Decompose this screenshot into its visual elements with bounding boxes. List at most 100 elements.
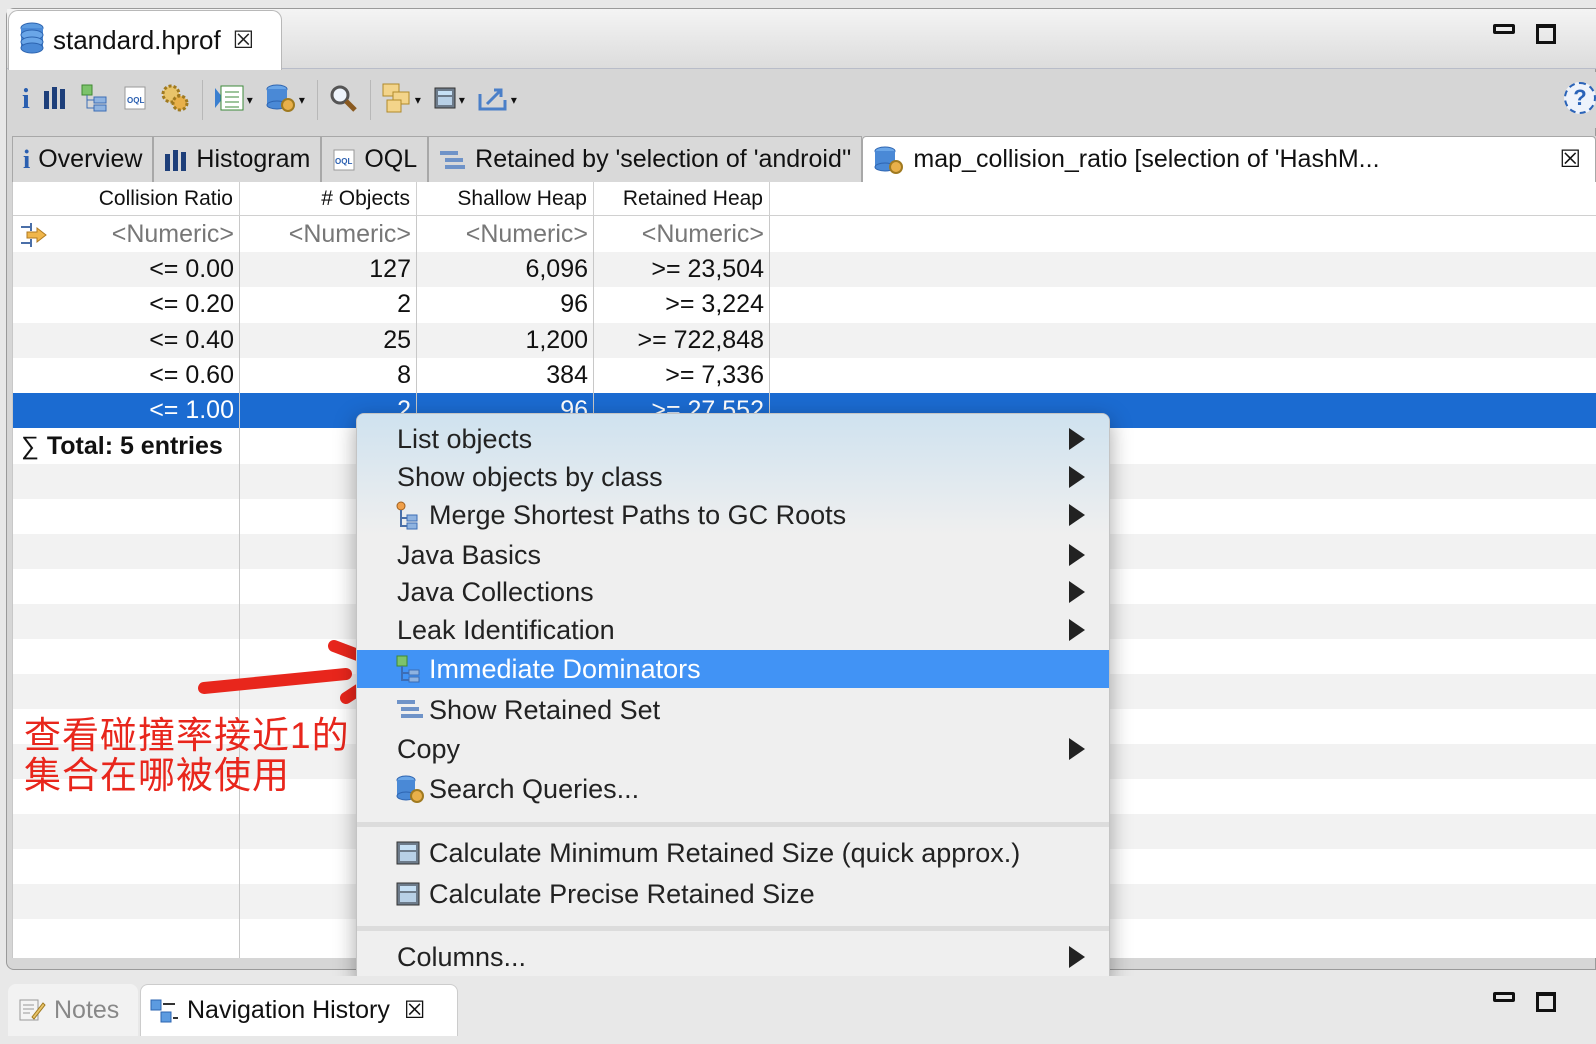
menu-item-calculate-minimum-retained-size-quick-approx[interactable]: Calculate Minimum Retained Size (quick a… — [357, 834, 1109, 872]
overview-button[interactable]: i — [22, 80, 30, 120]
histogram-button[interactable] — [42, 80, 68, 120]
menu-item-label: Merge Shortest Paths to GC Roots — [429, 499, 847, 530]
menu-item-label: List objects — [397, 423, 533, 454]
navigation-history-icon — [149, 998, 179, 1024]
menu-item-show-objects-by-class[interactable]: Show objects by class — [357, 458, 1109, 496]
filter-row[interactable]: <Numeric> <Numeric> <Numeric> <Numeric> — [13, 217, 1596, 252]
submenu-arrow-icon — [1069, 946, 1085, 968]
export-button[interactable]: ▾ — [477, 80, 517, 120]
filter-cell[interactable]: <Numeric> — [240, 217, 417, 252]
submenu-arrow-icon — [1069, 428, 1085, 450]
tab-navigation-history[interactable]: Navigation History ☒ — [140, 984, 458, 1036]
table-cell: <= 0.20 — [149, 290, 234, 319]
submenu-arrow-icon — [1069, 619, 1085, 641]
threads-button[interactable] — [160, 80, 190, 120]
query-browser-icon — [873, 145, 905, 175]
menu-item-leak-identification[interactable]: Leak Identification — [357, 611, 1109, 649]
tab-label: Histogram — [196, 145, 311, 173]
column-divider — [239, 216, 240, 958]
tab-map-collision-ratio[interactable]: map_collision_ratio [selection of 'HashM… — [862, 136, 1596, 182]
toolbar-separator — [316, 80, 318, 120]
menu-item-show-retained-set[interactable]: Show Retained Set — [357, 691, 1109, 729]
minimize-icon[interactable] — [1493, 992, 1515, 1002]
table-row[interactable]: <= 0.00 127 6,096 >= 23,504 — [13, 252, 1596, 287]
bottom-panel: Notes Navigation History ☒ — [0, 976, 1596, 1044]
chevron-down-icon: ▾ — [414, 93, 421, 107]
tab-oql[interactable]: OQL OQL — [321, 136, 429, 182]
tab-overview[interactable]: i Overview — [12, 136, 154, 182]
dominator-tree-button[interactable] — [80, 80, 110, 120]
svg-text:OQL: OQL — [127, 96, 144, 105]
help-icon[interactable]: ? — [1564, 82, 1596, 114]
calculator-icon — [433, 86, 457, 115]
editor-tab-label: standard.hprof — [53, 25, 221, 55]
retained-set-icon — [397, 700, 423, 718]
find-object-button[interactable] — [328, 80, 358, 120]
menu-item-immediate-dominators[interactable]: Immediate Dominators — [357, 650, 1109, 688]
dominator-tree-icon — [80, 83, 110, 118]
menu-item-merge-shortest-paths-to-gc-roots[interactable]: Merge Shortest Paths to GC Roots — [357, 496, 1109, 534]
search-icon — [328, 83, 358, 118]
menu-item-list-objects[interactable]: List objects — [357, 420, 1109, 458]
chevron-down-icon: ▾ — [246, 93, 253, 107]
maximize-icon[interactable] — [1536, 24, 1556, 44]
editor-tab-standard-hprof[interactable]: standard.hprof ☒ — [8, 10, 282, 70]
submenu-arrow-icon — [1069, 738, 1085, 760]
table-cell: 1,200 — [525, 325, 588, 354]
table-cell: >= 722,848 — [637, 325, 764, 354]
chevron-down-icon: ▾ — [510, 93, 517, 107]
submenu-arrow-icon — [1069, 581, 1085, 603]
tab-notes[interactable]: Notes — [8, 984, 138, 1036]
query-browser-icon — [265, 83, 297, 118]
gc-roots-paths-icon — [396, 501, 418, 530]
minimize-icon[interactable] — [1493, 24, 1515, 34]
filter-cell[interactable]: <Numeric> — [417, 217, 594, 252]
table-cell: <= 0.00 — [149, 255, 234, 283]
filter-cell[interactable]: <Numeric> — [594, 217, 770, 252]
info-icon: i — [23, 144, 31, 174]
total-text: Total: 5 entries — [46, 432, 223, 460]
menu-separator — [357, 822, 1109, 827]
context-menu: List objects Show objects by class Merge S… — [356, 413, 1110, 985]
table-cell: 127 — [369, 255, 411, 283]
table-header: Collision Ratio # Objects Shallow Heap R… — [13, 182, 1596, 216]
query-browser-button[interactable]: ▾ — [265, 80, 305, 120]
menu-item-label: Show objects by class — [397, 461, 663, 492]
submenu-arrow-icon — [1069, 504, 1085, 526]
column-header-collision-ratio[interactable]: Collision Ratio — [13, 182, 240, 216]
menu-item-label: Columns... — [397, 941, 527, 972]
group-by-button[interactable]: ▾ — [381, 80, 421, 120]
tab-histogram[interactable]: Histogram — [153, 136, 322, 182]
table-cell: >= 3,224 — [665, 290, 764, 319]
close-icon[interactable]: ☒ — [1559, 145, 1581, 174]
calculate-retained-button[interactable]: ▾ — [433, 80, 465, 120]
menu-item-calculate-precise-retained-size[interactable]: Calculate Precise Retained Size — [357, 875, 1109, 913]
table-row[interactable]: <= 0.40 25 1,200 >= 722,848 — [13, 322, 1596, 358]
table-row[interactable]: <= 0.20 2 96 >= 3,224 — [13, 287, 1596, 322]
menu-item-columns[interactable]: Columns... — [357, 938, 1109, 976]
run-report-button[interactable]: ▾ — [213, 80, 253, 120]
calculator-icon — [395, 840, 429, 866]
close-icon[interactable]: ☒ — [233, 26, 255, 55]
menu-item-search-queries[interactable]: Search Queries... — [357, 770, 1109, 808]
column-header-retained-heap[interactable]: Retained Heap — [594, 182, 770, 216]
column-header-objects[interactable]: # Objects — [240, 182, 417, 216]
tab-retained-by[interactable]: Retained by 'selection of 'android'' — [428, 136, 863, 182]
oql-button[interactable]: OQL — [122, 80, 148, 120]
info-icon: i — [22, 84, 30, 115]
maximize-icon[interactable] — [1536, 992, 1556, 1012]
submenu-arrow-icon — [1069, 544, 1085, 566]
result-tab-bar: i Overview Histogram OQL OQL Retained by… — [12, 136, 1596, 182]
oql-icon: OQL — [122, 85, 148, 116]
column-header-shallow-heap[interactable]: Shallow Heap — [417, 182, 594, 216]
menu-item-copy[interactable]: Copy — [357, 730, 1109, 768]
table-row[interactable]: <= 0.60 8 384 >= 7,336 — [13, 358, 1596, 393]
menu-item-label: Calculate Minimum Retained Size (quick a… — [429, 837, 1021, 868]
menu-item-java-basics[interactable]: Java Basics — [357, 536, 1109, 574]
menu-separator — [357, 926, 1109, 931]
menu-item-java-collections[interactable]: Java Collections — [357, 573, 1109, 611]
filter-cell[interactable]: <Numeric> — [13, 217, 240, 252]
tab-label: OQL — [364, 145, 418, 173]
close-icon[interactable]: ☒ — [404, 996, 426, 1025]
run-report-icon — [213, 84, 245, 117]
